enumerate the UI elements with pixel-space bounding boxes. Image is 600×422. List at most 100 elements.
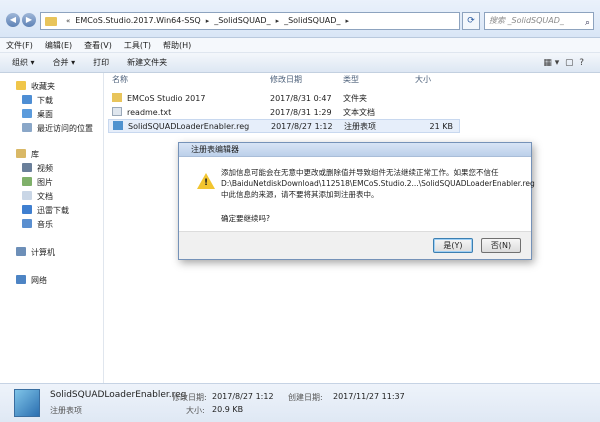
nav-pictures[interactable]: 图片: [22, 177, 53, 188]
nav-desktop[interactable]: 桌面: [22, 109, 53, 120]
command-bar: 组织 ▾ 合并 ▾ 打印 新建文件夹 ▦ ▾ ▢ ?: [0, 53, 600, 73]
nav-libraries-label: 库: [31, 150, 39, 159]
nav-thunder[interactable]: 迅雷下载: [22, 205, 69, 216]
nav-videos[interactable]: 视频: [22, 163, 53, 174]
column-size[interactable]: 大小: [415, 73, 431, 87]
dialog-footer: 是(Y) 否(N): [179, 231, 531, 259]
registry-editor-dialog: 注册表编辑器 ! 添加信息可能会在无意中更改或删除值并导致组件无法继续正常工作。…: [178, 142, 535, 260]
dialog-question: 确定要继续吗?: [221, 214, 270, 223]
print-button[interactable]: 打印: [87, 53, 115, 73]
file-type: 文本文档: [343, 108, 375, 117]
text-file-icon: [112, 107, 122, 116]
organize-button[interactable]: 组织 ▾: [6, 53, 41, 73]
menu-help[interactable]: 帮助(H): [157, 38, 197, 53]
details-type: 注册表项: [50, 406, 82, 415]
file-row[interactable]: readme.txt 2017/8/31 1:29 文本文档: [112, 106, 456, 120]
nav-music-label: 音乐: [37, 220, 53, 229]
forward-arrow-icon[interactable]: ▶: [22, 13, 36, 27]
nav-favorites-label: 收藏夹: [31, 82, 55, 91]
registry-file-icon: [113, 121, 123, 130]
column-date[interactable]: 修改日期: [270, 73, 302, 87]
nav-recent[interactable]: 最近访问的位置: [22, 123, 93, 134]
details-size-label: 大小:: [186, 406, 205, 415]
library-icon: [16, 149, 26, 158]
nav-videos-label: 视频: [37, 164, 53, 173]
column-name[interactable]: 名称: [112, 73, 128, 87]
view-options-icon[interactable]: ▦ ▾ ▢ ?: [537, 53, 590, 73]
dialog-title: 注册表编辑器: [179, 143, 531, 157]
nav-downloads[interactable]: 下载: [22, 95, 53, 106]
star-icon: [16, 81, 26, 90]
column-type[interactable]: 类型: [343, 73, 359, 87]
desktop-icon: [22, 109, 32, 118]
warning-exclamation: !: [204, 178, 209, 188]
file-size: 21 KB: [429, 122, 453, 131]
nav-music[interactable]: 音乐: [22, 219, 53, 230]
details-created: 2017/11/27 11:37: [333, 392, 405, 401]
details-modified: 2017/8/27 1:12: [212, 392, 274, 401]
explorer-window: ◀ ▶ «EMCoS.Studio.2017.Win64-SSQ ▸ _SolidS…: [0, 0, 600, 422]
nav-libraries[interactable]: 库: [16, 149, 39, 160]
nav-documents-label: 文档: [37, 192, 53, 201]
folder-icon: [112, 93, 122, 102]
nav-thunder-label: 迅雷下载: [37, 206, 69, 215]
computer-icon: [16, 247, 26, 256]
details-modified-label: 修改日期:: [172, 393, 207, 402]
file-date: 2017/8/31 0:47: [270, 94, 332, 103]
file-type: 注册表项: [344, 122, 376, 131]
new-folder-button[interactable]: 新建文件夹: [121, 53, 173, 73]
network-icon: [16, 275, 26, 284]
file-type: 文件夹: [343, 94, 367, 103]
picture-icon: [22, 177, 32, 186]
nav-network[interactable]: 网络: [16, 275, 47, 286]
file-row[interactable]: SolidSQUADLoaderEnabler.reg 2017/8/27 1:…: [108, 119, 460, 133]
nav-desktop-label: 桌面: [37, 110, 53, 119]
menu-tools[interactable]: 工具(T): [118, 38, 157, 53]
search-icon[interactable]: ⌕: [585, 15, 590, 29]
details-filename: SolidSQUADLoaderEnabler.reg: [50, 390, 187, 400]
back-arrow-icon[interactable]: ◀: [6, 13, 20, 27]
file-date: 2017/8/31 1:29: [270, 108, 332, 117]
music-icon: [22, 219, 32, 228]
address-bar-area: ◀ ▶ «EMCoS.Studio.2017.Win64-SSQ ▸ _SolidS…: [0, 0, 600, 38]
nav-documents[interactable]: 文档: [22, 191, 53, 202]
nav-network-label: 网络: [31, 276, 47, 285]
file-name: SolidSQUADLoaderEnabler.reg: [128, 122, 250, 131]
folder-icon: [45, 17, 57, 26]
file-name: EMCoS Studio 2017: [127, 94, 206, 103]
file-date: 2017/8/27 1:12: [271, 122, 333, 131]
nav-downloads-label: 下载: [37, 96, 53, 105]
menu-view[interactable]: 查看(V): [78, 38, 118, 53]
details-size: 20.9 KB: [212, 405, 244, 414]
file-name: readme.txt: [127, 108, 172, 117]
file-row[interactable]: EMCoS Studio 2017 2017/8/31 0:47 文件夹: [112, 92, 456, 106]
thunder-icon: [22, 205, 32, 214]
yes-button[interactable]: 是(Y): [433, 238, 473, 253]
nav-pictures-label: 图片: [37, 178, 53, 187]
navigation-pane: 收藏夹 下载 桌面 最近访问的位置 库 视频 图片 文档 迅雷下载 音乐 计算机…: [0, 73, 104, 383]
details-pane: SolidSQUADLoaderEnabler.reg 注册表项 修改日期: 2…: [0, 383, 600, 422]
details-created-label: 创建日期:: [288, 393, 323, 402]
download-folder-icon: [22, 95, 32, 104]
merge-button[interactable]: 合并 ▾: [47, 53, 82, 73]
menu-file[interactable]: 文件(F): [0, 38, 39, 53]
breadcrumb-segment[interactable]: _SolidSQUAD_: [284, 16, 340, 25]
search-placeholder: 搜索 _SolidSQUAD_: [489, 16, 564, 25]
nav-favorites[interactable]: 收藏夹: [16, 81, 55, 92]
nav-computer[interactable]: 计算机: [16, 247, 55, 258]
nav-computer-label: 计算机: [31, 248, 55, 257]
nav-recent-label: 最近访问的位置: [37, 124, 93, 133]
menu-edit[interactable]: 编辑(E): [39, 38, 78, 53]
document-icon: [22, 191, 32, 200]
registry-file-icon: [14, 389, 40, 417]
dialog-message: 添加信息可能会在无意中更改或删除值并导致组件无法继续正常工作。如果您不信任 D:…: [221, 168, 535, 199]
menu-bar: 文件(F) 编辑(E) 查看(V) 工具(T) 帮助(H): [0, 38, 600, 53]
recent-places-icon: [22, 123, 32, 132]
video-icon: [22, 163, 32, 172]
search-input[interactable]: 搜索 _SolidSQUAD_ ⌕: [484, 12, 594, 30]
breadcrumb-segment[interactable]: EMCoS.Studio.2017.Win64-SSQ: [75, 16, 200, 25]
refresh-icon[interactable]: ⟳: [462, 12, 480, 30]
address-bar[interactable]: «EMCoS.Studio.2017.Win64-SSQ ▸ _SolidSQUAD…: [40, 12, 460, 30]
breadcrumb-segment[interactable]: _SolidSQUAD_: [214, 16, 270, 25]
no-button[interactable]: 否(N): [481, 238, 521, 253]
